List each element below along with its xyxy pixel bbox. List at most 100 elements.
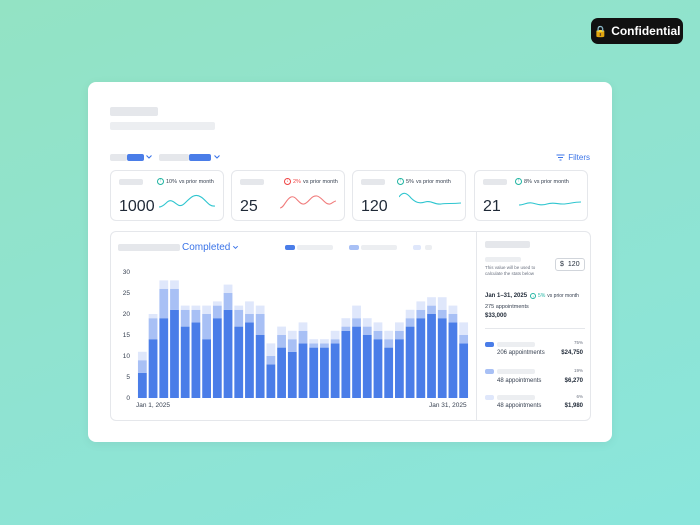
bar-segment-3[interactable] <box>212 301 222 306</box>
bar-segment-1[interactable] <box>459 343 469 398</box>
bar-segment-2[interactable] <box>330 339 340 344</box>
bar-segment-1[interactable] <box>448 322 458 398</box>
bar-segment-2[interactable] <box>309 343 319 348</box>
bar-segment-2[interactable] <box>341 326 351 331</box>
bar-segment-2[interactable] <box>245 314 254 323</box>
bar-segment-1[interactable] <box>148 339 158 398</box>
bar-segment-3[interactable] <box>373 322 383 331</box>
status-dropdown[interactable]: Completed <box>182 242 239 253</box>
bar-segment-1[interactable] <box>137 372 147 398</box>
bar-segment-2[interactable] <box>384 339 394 348</box>
bar-segment-1[interactable] <box>234 326 244 398</box>
bar-segment-1[interactable] <box>212 318 222 398</box>
bar-segment-3[interactable] <box>266 343 276 356</box>
bar-segment-3[interactable] <box>352 305 361 319</box>
bar-segment-2[interactable] <box>277 335 286 348</box>
bar-segment-2[interactable] <box>437 309 447 319</box>
stat-card-2: ↓ 2% vs prior month 25 <box>231 170 345 221</box>
bar-segment-3[interactable] <box>298 322 308 331</box>
bar-segment-1[interactable] <box>362 335 372 398</box>
bar-segment-1[interactable] <box>191 322 201 398</box>
bar-segment-3[interactable] <box>405 309 415 319</box>
filter-dropdown-1[interactable] <box>110 152 154 162</box>
bar-segment-2[interactable] <box>320 343 329 348</box>
bar-segment-1[interactable] <box>298 343 308 398</box>
filter-dropdown-2[interactable] <box>159 152 223 162</box>
bar-segment-3[interactable] <box>287 330 297 340</box>
bar-segment-2[interactable] <box>459 335 469 344</box>
bar-segment-2[interactable] <box>223 293 233 310</box>
filters-button[interactable]: Filters <box>556 153 590 162</box>
bar-segment-2[interactable] <box>170 288 179 310</box>
bar-segment-2[interactable] <box>255 314 265 335</box>
bar-segment-3[interactable] <box>202 305 211 314</box>
bar-segment-1[interactable] <box>287 351 297 398</box>
bar-segment-3[interactable] <box>416 301 426 310</box>
bar-segment-1[interactable] <box>277 347 286 398</box>
bar-segment-1[interactable] <box>395 339 404 398</box>
bar-segment-1[interactable] <box>416 318 426 398</box>
bar-segment-3[interactable] <box>384 330 394 340</box>
bar-segment-1[interactable] <box>255 335 265 398</box>
bar-segment-3[interactable] <box>180 305 190 310</box>
bar-segment-1[interactable] <box>223 309 233 398</box>
bar-segment-3[interactable] <box>277 326 286 335</box>
bar-segment-1[interactable] <box>159 318 169 398</box>
bar-segment-1[interactable] <box>266 364 276 398</box>
bar-segment-2[interactable] <box>287 339 297 352</box>
bar-segment-3[interactable] <box>159 280 169 289</box>
bar-segment-2[interactable] <box>362 326 372 335</box>
bar-segment-1[interactable] <box>341 330 351 398</box>
bar-segment-3[interactable] <box>255 305 265 314</box>
bar-segment-2[interactable] <box>352 318 361 327</box>
bar-segment-2[interactable] <box>180 309 190 327</box>
bar-segment-3[interactable] <box>137 351 147 361</box>
bar-segment-2[interactable] <box>202 314 211 340</box>
bar-segment-3[interactable] <box>437 297 447 310</box>
bar-segment-2[interactable] <box>212 305 222 319</box>
bar-segment-2[interactable] <box>373 330 383 340</box>
price-input[interactable]: $ 120 <box>555 258 585 271</box>
bar-segment-2[interactable] <box>416 309 426 319</box>
bar-segment-2[interactable] <box>427 305 436 314</box>
bar-segment-2[interactable] <box>448 314 458 323</box>
bar-segment-2[interactable] <box>148 318 158 340</box>
bar-segment-2[interactable] <box>137 360 147 373</box>
bar-segment-2[interactable] <box>298 330 308 344</box>
bar-segment-1[interactable] <box>202 339 211 398</box>
bar-segment-1[interactable] <box>180 326 190 398</box>
bar-segment-3[interactable] <box>245 301 254 314</box>
stat-change: ↑ 8% vs prior month <box>515 178 569 185</box>
bar-segment-3[interactable] <box>170 280 179 289</box>
bar-segment-1[interactable] <box>437 318 447 398</box>
bar-segment-3[interactable] <box>362 318 372 327</box>
bar-segment-2[interactable] <box>234 309 244 327</box>
bar-segment-1[interactable] <box>320 347 329 398</box>
bar-segment-1[interactable] <box>330 343 340 398</box>
bar-segment-1[interactable] <box>309 347 319 398</box>
bar-segment-3[interactable] <box>148 314 158 319</box>
bar-segment-2[interactable] <box>405 318 415 327</box>
bar-segment-3[interactable] <box>330 330 340 340</box>
bar-segment-2[interactable] <box>266 356 276 365</box>
bar-segment-3[interactable] <box>395 322 404 331</box>
bar-segment-1[interactable] <box>427 314 436 398</box>
bar-segment-3[interactable] <box>427 297 436 306</box>
bar-segment-1[interactable] <box>373 339 383 398</box>
bar-segment-3[interactable] <box>234 305 244 310</box>
bar-segment-2[interactable] <box>191 309 201 323</box>
bar-segment-2[interactable] <box>395 330 404 340</box>
bar-segment-1[interactable] <box>384 347 394 398</box>
bar-segment-1[interactable] <box>352 326 361 398</box>
bar-segment-1[interactable] <box>405 326 415 398</box>
bar-segment-1[interactable] <box>170 309 179 398</box>
bar-segment-3[interactable] <box>448 305 458 314</box>
bar-segment-1[interactable] <box>245 322 254 398</box>
bar-segment-3[interactable] <box>309 339 319 344</box>
bar-segment-3[interactable] <box>191 305 201 310</box>
bar-segment-3[interactable] <box>223 284 233 293</box>
bar-segment-2[interactable] <box>159 288 169 319</box>
bar-segment-3[interactable] <box>341 318 351 327</box>
bar-segment-3[interactable] <box>459 322 469 335</box>
bar-segment-3[interactable] <box>320 339 329 344</box>
